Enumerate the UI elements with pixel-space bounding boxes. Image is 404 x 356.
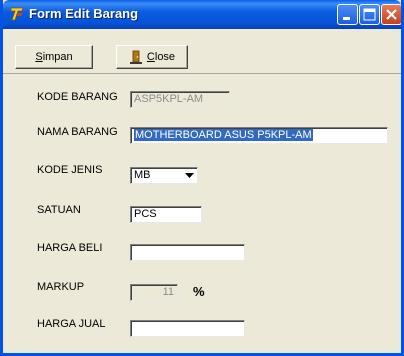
harga-beli-field[interactable] — [130, 244, 245, 261]
kode-barang-label: KODE BARANG — [37, 91, 118, 103]
toolbar: Simpan Close — [3, 29, 401, 74]
minimize-button[interactable] — [337, 4, 358, 25]
simpan-button[interactable]: Simpan — [15, 45, 93, 69]
maximize-icon — [363, 8, 376, 21]
app-icon — [10, 7, 24, 21]
simpan-button-label: Simpan — [35, 51, 73, 63]
harga-jual-label: HARGA JUAL — [37, 318, 106, 330]
maximize-button[interactable] — [359, 4, 380, 25]
close-window-button[interactable] — [381, 4, 401, 25]
satuan-field[interactable]: PCS — [130, 206, 202, 223]
harga-beli-label: HARGA BELI — [37, 242, 103, 254]
kode-jenis-value: MB — [134, 169, 151, 181]
kode-jenis-label: KODE JENIS — [37, 164, 103, 176]
title-bar[interactable]: Form Edit Barang — [3, 0, 401, 29]
window-title: Form Edit Barang — [29, 6, 139, 21]
markup-label: MARKUP — [37, 281, 85, 293]
minimize-icon — [343, 17, 350, 20]
chevron-down-icon[interactable] — [183, 169, 196, 182]
satuan-label: SATUAN — [37, 204, 81, 216]
nama-barang-value: MOTHERBOARD ASUS P5KPL-AM — [134, 129, 313, 141]
markup-field[interactable]: 11 — [130, 284, 178, 301]
markup-value: 11 — [162, 286, 174, 298]
close-button[interactable]: Close — [116, 45, 188, 69]
close-x-icon — [386, 9, 397, 20]
kode-barang-field[interactable]: ASP5KPL-AM — [130, 91, 230, 108]
percent-sign: % — [193, 284, 205, 299]
form-panel: KODE BARANG ASP5KPL-AM NAMA BARANG MOTHE… — [15, 80, 391, 350]
edit-barang-window: Form Edit Barang Simpan Close KODE BARAN… — [0, 0, 404, 356]
kode-jenis-select[interactable]: MB — [130, 167, 198, 184]
nama-barang-field[interactable]: MOTHERBOARD ASUS P5KPL-AM — [130, 127, 388, 144]
close-button-label: Close — [146, 51, 176, 63]
satuan-value: PCS — [134, 208, 157, 220]
kode-barang-value: ASP5KPL-AM — [134, 93, 204, 105]
door-exit-icon — [129, 50, 142, 64]
harga-jual-field[interactable] — [130, 320, 245, 337]
nama-barang-label: NAMA BARANG — [37, 126, 118, 138]
